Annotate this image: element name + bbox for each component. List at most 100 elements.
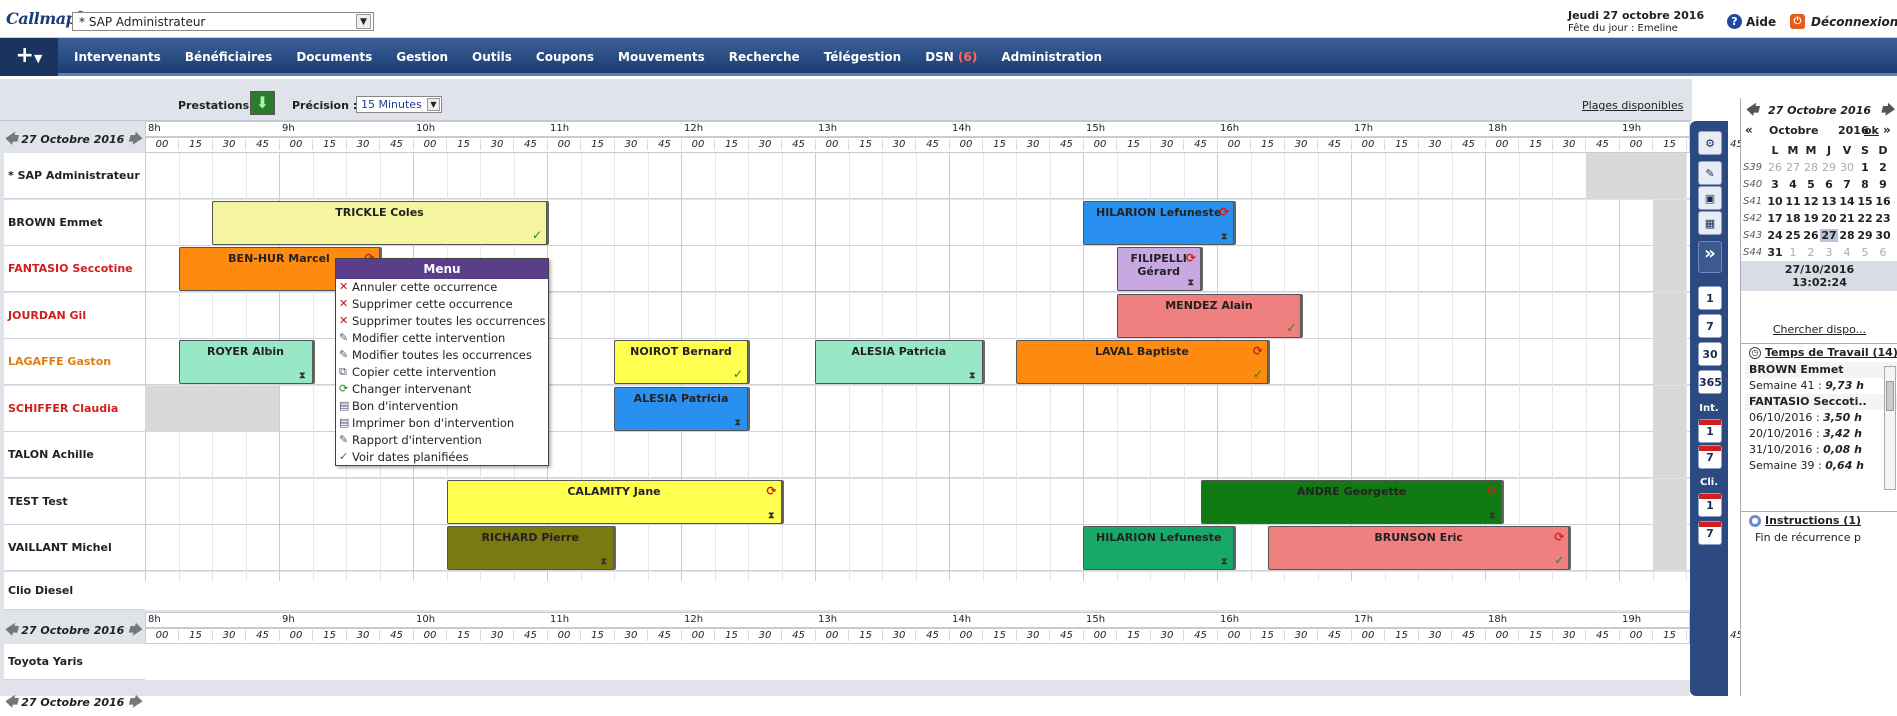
prev-month-arrow-icon[interactable]: 🡄	[1745, 102, 1758, 120]
calendar-day[interactable]: 20	[1820, 212, 1838, 225]
nav-item[interactable]: Documents	[284, 50, 384, 64]
intervenant-row-label[interactable]: JOURDAN Gil	[4, 292, 145, 339]
logout-link[interactable]: ⏻ Déconnexion	[1790, 14, 1897, 29]
appointment-block[interactable]: TRICKLE Coles ✓	[212, 200, 547, 245]
fast-forward-icon[interactable]: »	[1698, 241, 1722, 273]
context-menu-item[interactable]: ▤ Bon d'intervention	[336, 398, 548, 415]
intervenant-row-label[interactable]: LAGAFFE Gaston	[4, 339, 145, 385]
calendar-day[interactable]: 2	[1802, 246, 1820, 259]
instructions-title[interactable]: ● Instructions (1)	[1745, 512, 1897, 530]
calendar-day[interactable]: 29	[1820, 161, 1838, 174]
prev-day-arrow-icon[interactable]: 🡄	[4, 132, 17, 147]
calendar-day[interactable]: 21	[1838, 212, 1856, 225]
week-number[interactable]: S41	[1741, 196, 1766, 207]
appointment-block[interactable]: ALESIA Patricia ⧗	[815, 340, 983, 384]
calendar-day[interactable]: 3	[1766, 178, 1784, 191]
nav-item[interactable]: Intervenants	[62, 50, 173, 64]
next-day-arrow-icon[interactable]: 🡆	[128, 623, 141, 638]
appointment-block[interactable]: MENDEZ Alain ✓	[1116, 293, 1302, 338]
calendar-day[interactable]: 28	[1802, 161, 1820, 174]
calendar-1-button[interactable]: 1	[1698, 419, 1722, 443]
calendar-day[interactable]: 13	[1820, 195, 1838, 208]
appointment-block[interactable]: RICHARD Pierre ⧗	[446, 526, 614, 570]
next-month-icon[interactable]: »	[1883, 123, 1891, 137]
intervenant-row-label[interactable]: VAILLANT Michel	[4, 525, 145, 571]
intervenant-row-label[interactable]: FANTASIO Seccotine	[4, 246, 145, 292]
calendar-day[interactable]: 16	[1874, 195, 1892, 208]
vehicle-row[interactable]	[145, 571, 1690, 610]
chevron-down-icon[interactable]: ▼	[356, 14, 371, 29]
appointment-block[interactable]: HILARION Lefuneste ⧗	[1083, 526, 1235, 570]
scrollbar[interactable]	[1884, 366, 1896, 490]
calendar-day[interactable]: 23	[1874, 212, 1892, 225]
calendar-day[interactable]: 26	[1766, 161, 1784, 174]
context-menu-item[interactable]: ✎ Modifier cette intervention	[336, 330, 548, 347]
calendar-day[interactable]: 1	[1856, 161, 1874, 174]
context-menu-item[interactable]: ✕ Annuler cette occurrence	[336, 279, 548, 296]
help-link[interactable]: ? Aide	[1727, 14, 1776, 29]
next-day-arrow-icon[interactable]: 🡆	[128, 132, 141, 147]
calendar-day[interactable]: 8	[1856, 178, 1874, 191]
calendar-day[interactable]: 6	[1820, 178, 1838, 191]
calendar-day[interactable]: 1	[1784, 246, 1802, 259]
download-arrow-icon[interactable]: ⬇	[250, 91, 275, 115]
intervenant-row-label[interactable]: TEST Test	[4, 478, 145, 525]
nav-item[interactable]: Recherche	[717, 50, 812, 64]
prev-day-arrow-icon[interactable]: 🡄	[4, 695, 17, 710]
calendar-day[interactable]: 26	[1802, 229, 1820, 242]
week-number[interactable]: S40	[1741, 179, 1766, 190]
context-menu-item[interactable]: ▤ Imprimer bon d'intervention	[336, 415, 548, 432]
calendar-day[interactable]: 17	[1766, 212, 1784, 225]
nav-item[interactable]: Bénéficiaires	[173, 50, 285, 64]
calendar-day[interactable]: 27	[1784, 161, 1802, 174]
monitor-icon[interactable]: ▣	[1698, 186, 1722, 210]
view-days-button[interactable]: 1	[1698, 286, 1722, 310]
calendar-day[interactable]: 4	[1784, 178, 1802, 191]
chercher-dispo-link[interactable]: Chercher dispo...	[1741, 323, 1897, 336]
prev-day-arrow-icon[interactable]: 🡄	[4, 623, 17, 638]
nav-item[interactable]: Mouvements	[606, 50, 717, 64]
intervenant-row-label[interactable]: TALON Achille	[4, 432, 145, 478]
nav-item-dsn[interactable]: DSN (6)	[913, 50, 989, 64]
calendar-day[interactable]: 7	[1838, 178, 1856, 191]
calendar-day[interactable]: 14	[1838, 195, 1856, 208]
intervenant-row-label[interactable]: * SAP Administrateur	[4, 153, 145, 199]
calendar-day[interactable]: 6	[1874, 246, 1892, 259]
intervenant-row[interactable]	[145, 153, 1690, 199]
precision-select[interactable]: 15 Minutes ▼	[356, 96, 442, 113]
calendar-day[interactable]: 4	[1838, 246, 1856, 259]
view-days-button[interactable]: 365	[1698, 370, 1722, 394]
date-label[interactable]: 🡄 27 Octobre 2016 🡆	[4, 130, 142, 152]
view-days-button[interactable]: 7	[1698, 314, 1722, 338]
profile-select[interactable]: * SAP Administrateur ▼	[72, 12, 374, 31]
calendar-day[interactable]: 18	[1784, 212, 1802, 225]
ok-button[interactable]: ok	[1864, 124, 1879, 137]
calendar-day[interactable]: 3	[1820, 246, 1838, 259]
note-edit-icon[interactable]: ✎	[1698, 161, 1722, 185]
calendar-day[interactable]: 27	[1820, 229, 1838, 242]
calendar-day[interactable]: 22	[1856, 212, 1874, 225]
context-menu-item[interactable]: ✎ Modifier toutes les occurrences	[336, 347, 548, 364]
appointment-block[interactable]: ALESIA Patricia ⧗	[614, 386, 748, 431]
calendar-7-button[interactable]: 7	[1698, 521, 1722, 545]
calendar-1-button[interactable]: 1	[1698, 493, 1722, 517]
nav-item[interactable]: Coupons	[524, 50, 606, 64]
context-menu-item[interactable]: ⟳ Changer intervenant	[336, 381, 548, 398]
context-menu-item[interactable]: ✕ Supprimer cette occurrence	[336, 296, 548, 313]
appointment-block[interactable]: FILIPELLI Gérard ⟳ ⧗	[1116, 247, 1201, 291]
calendar-day[interactable]: 24	[1766, 229, 1784, 242]
intervenant-row-label[interactable]: BROWN Emmet	[4, 199, 145, 246]
vehicle-row-label[interactable]: Toyota Yaris	[4, 643, 145, 680]
calendar-day[interactable]: 15	[1856, 195, 1874, 208]
add-menu-button[interactable]: +▼	[0, 38, 58, 76]
calendar-day[interactable]: 28	[1838, 229, 1856, 242]
appointment-block[interactable]: ANDRE Georgette ⟳ ⧗	[1200, 479, 1503, 524]
vehicle-row[interactable]	[145, 643, 1690, 680]
calendar-7-button[interactable]: 7	[1698, 445, 1722, 469]
nav-item-administration[interactable]: Administration	[989, 50, 1114, 64]
nav-item[interactable]: Gestion	[384, 50, 460, 64]
appointment-block[interactable]: CALAMITY Jane ⟳ ⧗	[446, 479, 782, 524]
appointment-block[interactable]: BRUNSON Eric ⟳ ✓	[1267, 526, 1570, 570]
context-menu-item[interactable]: ✓ Voir dates planifiées	[336, 449, 548, 466]
week-number[interactable]: S39	[1741, 162, 1766, 173]
